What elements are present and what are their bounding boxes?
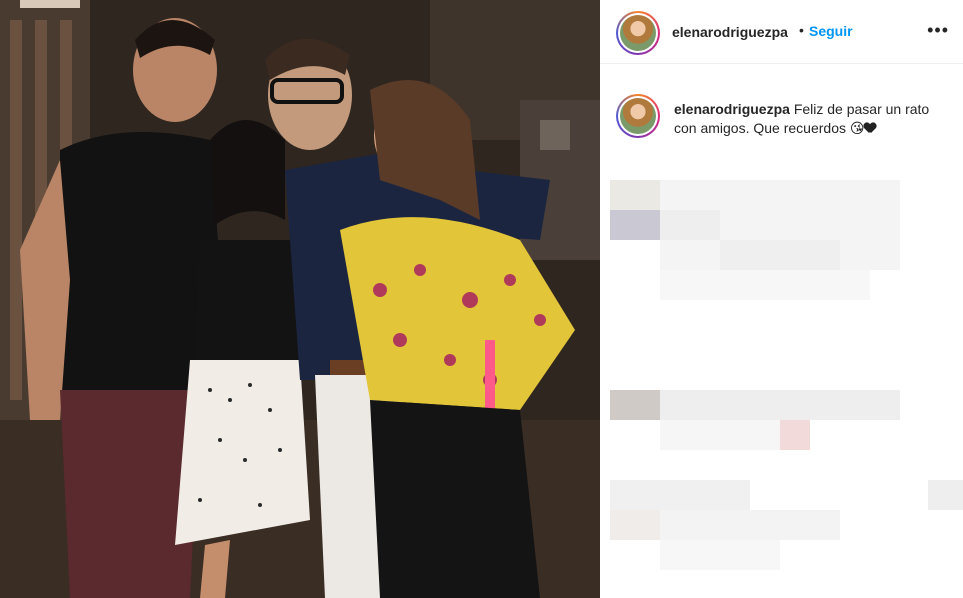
post-photo[interactable] bbox=[0, 0, 600, 598]
caption-avatar[interactable] bbox=[616, 94, 660, 138]
caption-username[interactable]: elenarodriguezpa bbox=[674, 101, 790, 117]
avatar[interactable] bbox=[616, 11, 660, 55]
more-options-icon[interactable]: ••• bbox=[927, 20, 949, 41]
pixelated-comments-area bbox=[608, 176, 963, 596]
group-photo-image bbox=[0, 0, 600, 598]
post-side-panel: elenarodriguezpa • Seguir ••• elenarodri… bbox=[600, 0, 963, 598]
winking-kiss-emoji: 😘 bbox=[849, 120, 865, 136]
post-header: elenarodriguezpa • Seguir ••• bbox=[600, 0, 963, 64]
caption-text: elenarodriguezpa Feliz de pasar un rato … bbox=[674, 100, 944, 138]
header-username[interactable]: elenarodriguezpa bbox=[672, 24, 788, 40]
black-heart-emoji bbox=[864, 123, 876, 134]
follow-button[interactable]: Seguir bbox=[809, 23, 853, 39]
separator-dot: • bbox=[799, 22, 804, 38]
